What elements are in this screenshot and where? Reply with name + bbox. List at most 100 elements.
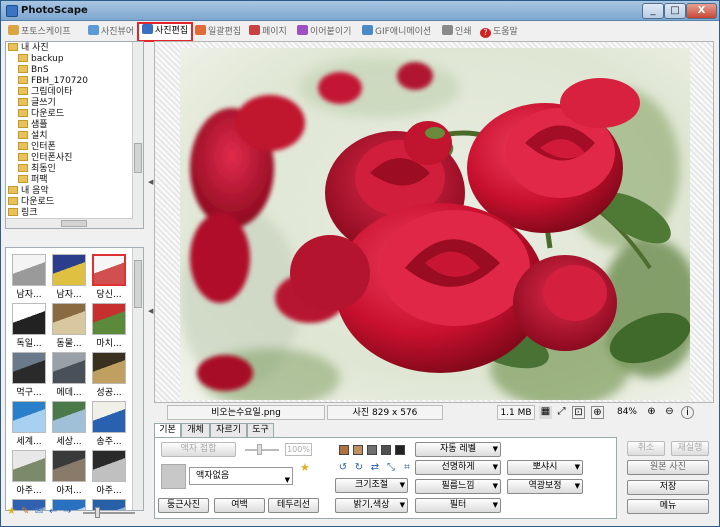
thumbnail-size-knob[interactable]: [95, 507, 100, 518]
thumbnail[interactable]: 세계...: [10, 399, 48, 447]
tree-item[interactable]: FBH_170720: [18, 76, 88, 87]
edit-tab-0[interactable]: 기본: [154, 423, 181, 438]
menu-button[interactable]: 메뉴: [627, 499, 709, 514]
photo-canvas[interactable]: [154, 41, 714, 403]
tree-item[interactable]: 다운로드: [18, 109, 64, 120]
favorite-star-icon[interactable]: ★: [7, 505, 16, 519]
rotate-right-icon[interactable]: ↻: [353, 462, 365, 474]
round-photo-button[interactable]: 둥근사진: [158, 498, 209, 513]
redo-button[interactable]: 재실행: [671, 441, 709, 456]
minimize-button[interactable]: _: [642, 3, 664, 19]
fit-icon[interactable]: ⤢: [555, 406, 568, 419]
thumbnail[interactable]: 먹구...: [10, 350, 48, 398]
thumbnail[interactable]: 아저...: [50, 448, 88, 496]
thumbnail[interactable]: 성공...: [90, 350, 128, 398]
frame-style-1-icon[interactable]: [339, 445, 349, 455]
maximize-button[interactable]: □: [664, 3, 686, 19]
collapse-arrow-icon[interactable]: ◀: [148, 307, 153, 315]
thumbnail[interactable]: 아주...: [10, 448, 48, 496]
edit-icon[interactable]: ✎: [21, 505, 29, 519]
thumbnail-pane[interactable]: 남자... 남자... 당신... 독일... 동물... 마치... 먹구... 메데...…: [5, 247, 144, 511]
edit-tab-3[interactable]: 도구: [247, 423, 274, 437]
resize-button[interactable]: 크기조절 ▼: [335, 478, 408, 493]
thumbnail[interactable]: 아주...: [90, 448, 128, 496]
deco-line-button[interactable]: 테두리선: [268, 498, 319, 513]
tree-item[interactable]: 글쓰기: [18, 98, 56, 109]
filter-button[interactable]: 필터 ▼: [415, 498, 501, 513]
straighten-icon[interactable]: ⤡: [385, 462, 397, 474]
tab-3[interactable]: 일괄편집: [195, 24, 241, 40]
zoom-out-icon[interactable]: ⊖: [663, 406, 676, 419]
thumbnail-size-slider[interactable]: [83, 512, 135, 514]
tree-item[interactable]: 설치: [18, 131, 48, 142]
collapse-arrow-icon[interactable]: ◀: [148, 178, 153, 186]
tab-1[interactable]: 사진뷰어: [88, 24, 134, 40]
thumbnail[interactable]: 마치...: [90, 301, 128, 349]
actual-size-icon[interactable]: ⊡: [572, 406, 585, 419]
tree-item[interactable]: 샘플: [18, 120, 48, 131]
info-icon[interactable]: i: [681, 406, 694, 419]
tree-item[interactable]: 인터폰사진: [18, 153, 72, 164]
film-effect-button[interactable]: 필름느낌 ▼: [415, 479, 501, 494]
thumbnail[interactable]: 당신...: [90, 252, 128, 300]
soft-focus-button[interactable]: 뽀샤시 ▼: [507, 460, 583, 475]
tree-item[interactable]: 최동인: [18, 164, 56, 175]
thumbnail[interactable]: 독일...: [10, 301, 48, 349]
flip-icon[interactable]: ⇄: [369, 462, 381, 474]
tree-item[interactable]: 내 사진: [8, 43, 49, 54]
thumbnail[interactable]: 송주...: [90, 399, 128, 447]
zoom-fit-icon[interactable]: ⊕: [591, 406, 604, 419]
frame-style-4-icon[interactable]: [381, 445, 391, 455]
tree-item[interactable]: 다운로드: [8, 197, 54, 208]
star-icon[interactable]: ★: [300, 461, 310, 474]
back-arrow-icon[interactable]: ←: [49, 505, 57, 519]
tab-4[interactable]: 페이지: [249, 24, 287, 40]
tab-7[interactable]: 인쇄: [442, 24, 472, 40]
close-button[interactable]: X: [686, 3, 717, 19]
frame-style-5-icon[interactable]: [395, 445, 405, 455]
edit-tab-2[interactable]: 자르기: [210, 423, 247, 437]
scroll-thumb[interactable]: [61, 220, 87, 227]
tree-item[interactable]: BnS: [18, 65, 49, 76]
thumbnail-scrollbar[interactable]: [132, 248, 143, 510]
tree-item[interactable]: 퍼팩: [18, 175, 48, 186]
tree-item[interactable]: 인터폰: [18, 142, 56, 153]
folder-tree[interactable]: 내 사진 backup BnS FBH_170720 그림데이타 글쓰기 다운로드 샘플 설치 인…: [5, 41, 144, 229]
mail-icon[interactable]: ✉: [35, 505, 43, 519]
frame-line-button[interactable]: 액자 접합: [161, 442, 236, 457]
tree-item[interactable]: 그림데이타: [18, 87, 72, 98]
original-photo-button[interactable]: 원본 사진: [627, 460, 709, 475]
auto-level-button[interactable]: 자동 레벨 ▼: [415, 442, 501, 457]
tab-6[interactable]: GIF애니메이션: [362, 24, 431, 40]
tree-item[interactable]: backup: [18, 54, 64, 65]
scroll-thumb[interactable]: [134, 260, 142, 308]
forward-arrow-icon[interactable]: →: [63, 505, 71, 519]
thumbnail[interactable]: 남자...: [10, 252, 48, 300]
opacity-value[interactable]: 100%: [285, 443, 312, 456]
undo-button[interactable]: 취소: [627, 441, 665, 456]
folder-tree-hscrollbar[interactable]: [6, 218, 133, 228]
frame-style-2-icon[interactable]: [353, 445, 363, 455]
opacity-slider-knob[interactable]: [257, 444, 262, 455]
save-button[interactable]: 저장: [627, 480, 709, 495]
thumbnail[interactable]: 세상...: [50, 399, 88, 447]
folder-tree-scrollbar[interactable]: [132, 42, 143, 228]
crop-icon[interactable]: ⌗: [401, 462, 413, 474]
thumbnail[interactable]: 메데...: [50, 350, 88, 398]
tab-8[interactable]: ? 도움말: [480, 24, 518, 40]
margin-button[interactable]: 여백: [214, 498, 265, 513]
edited-photo[interactable]: [180, 48, 690, 400]
sharpen-button[interactable]: 선명하게 ▼: [415, 460, 501, 475]
thumbnail[interactable]: 남자...: [50, 252, 88, 300]
tab-0[interactable]: 포토스케이프: [8, 24, 71, 40]
tab-5[interactable]: 이어붙이기: [297, 24, 351, 40]
opacity-slider[interactable]: [245, 449, 279, 451]
frame-style-3-icon[interactable]: [367, 445, 377, 455]
thumbnail[interactable]: 동물...: [50, 301, 88, 349]
backlight-correction-button[interactable]: 역광보정 ▼: [507, 479, 583, 494]
brightness-color-button[interactable]: 밝기,색상 ▼: [335, 498, 408, 513]
zoom-in-icon[interactable]: ⊕: [645, 406, 658, 419]
tab-2[interactable]: 사진편집: [137, 22, 194, 42]
title-bar[interactable]: PhotoScape _ □ X: [1, 1, 719, 21]
checker-icon[interactable]: ▦: [539, 406, 552, 419]
